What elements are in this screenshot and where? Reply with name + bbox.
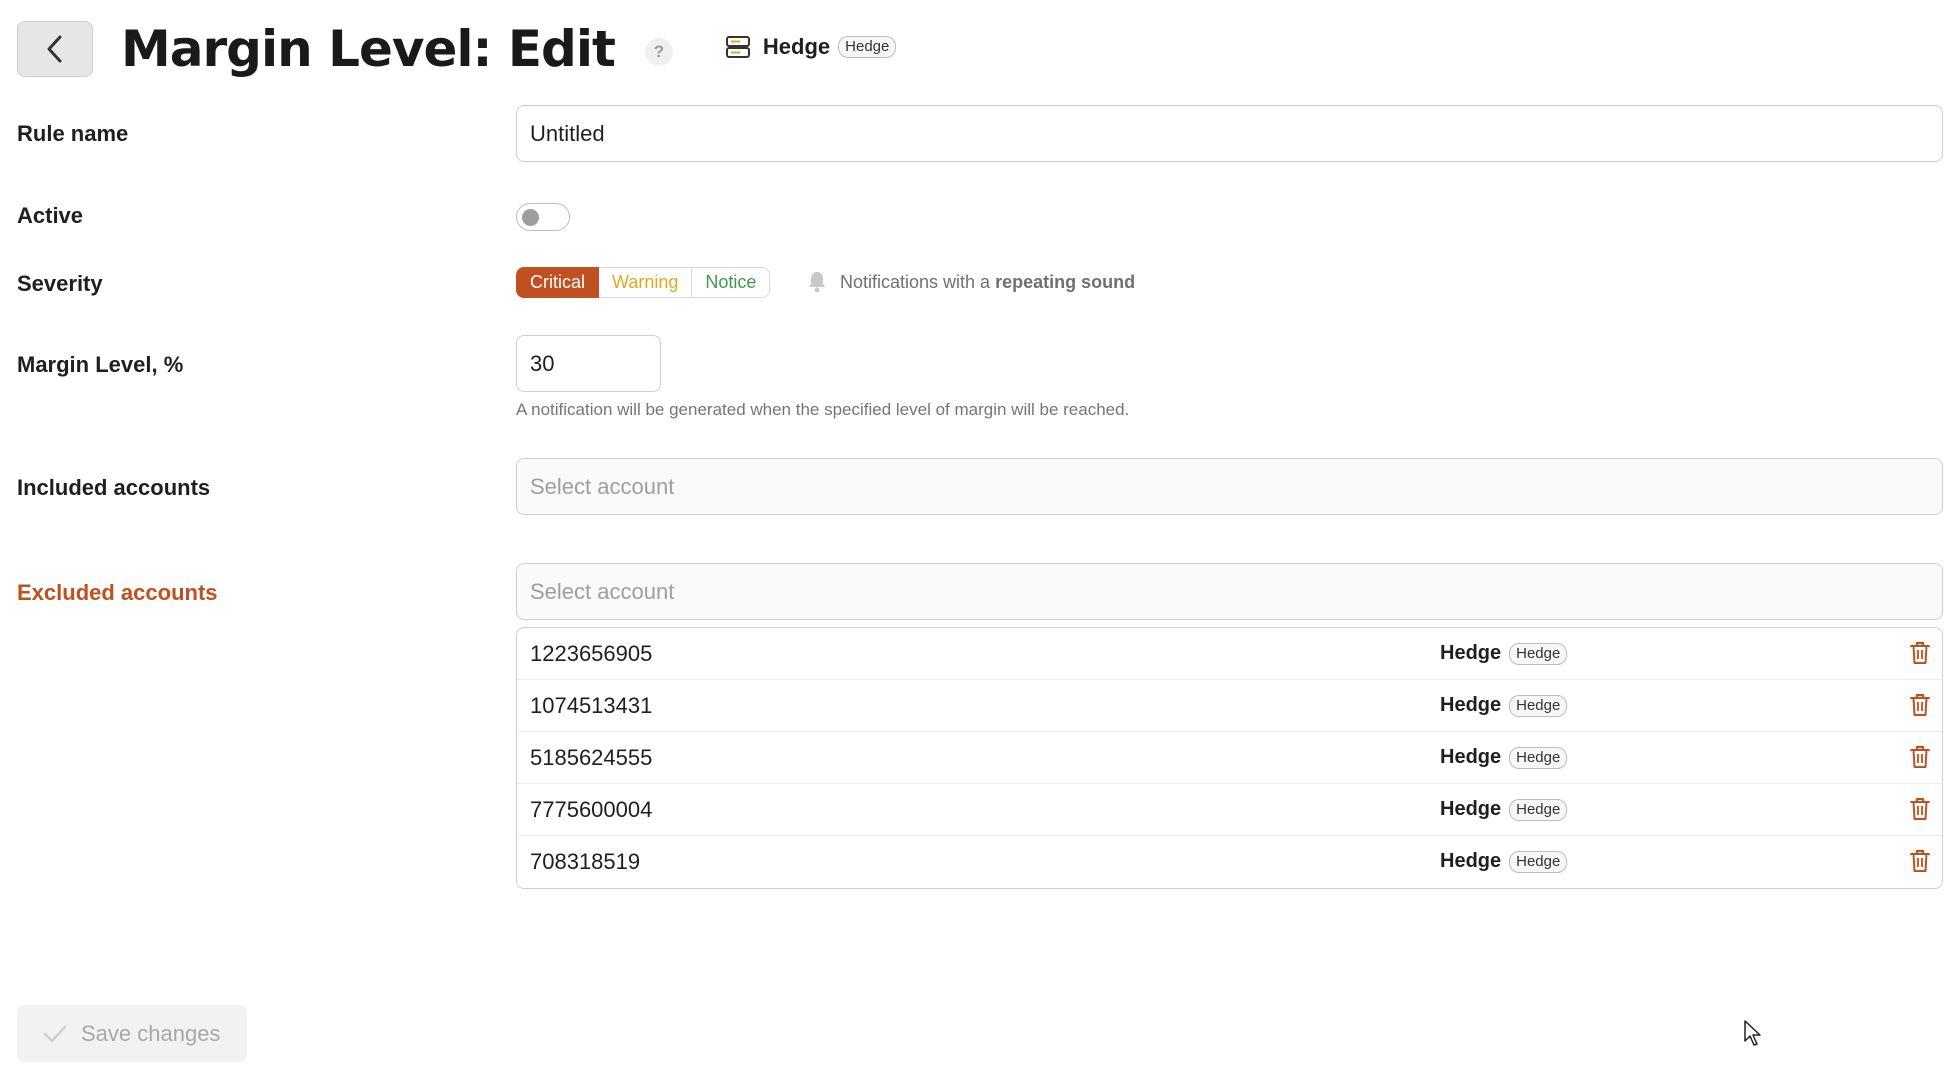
account-number: 7775600004 — [530, 797, 653, 822]
account-server-tag: Hedge — [1509, 746, 1568, 769]
account-number: 1223656905 — [530, 641, 653, 666]
account-server-name: Hedge — [1440, 694, 1502, 716]
account-server-tag: Hedge — [1509, 798, 1568, 821]
account-server-name: Hedge — [1440, 850, 1502, 872]
excluded-accounts-select[interactable] — [516, 563, 1943, 620]
excluded-accounts-label: Excluded accounts — [17, 580, 218, 605]
severity-selector: Critical Warning Notice — [516, 267, 771, 298]
save-button[interactable]: Save changes — [17, 1005, 247, 1062]
server-indicator: Hedge Hedge — [725, 34, 897, 60]
rule-name-input[interactable] — [516, 105, 1943, 162]
severity-label: Severity — [17, 271, 103, 296]
sound-note-text: Notifications with a — [840, 271, 991, 292]
account-server: Hedge Hedge — [1440, 694, 1568, 717]
rule-name-label: Rule name — [17, 121, 129, 146]
excluded-account-row: 1223656905 Hedge Hedge — [517, 628, 1942, 680]
account-server-name: Hedge — [1440, 746, 1502, 768]
server-tag: Hedge — [838, 36, 897, 58]
excluded-accounts-list: 1223656905 Hedge Hedge 1074513431 Hedge Hedge… — [516, 627, 1943, 889]
delete-account-icon[interactable] — [1910, 849, 1930, 873]
toggle-knob — [522, 209, 539, 226]
active-toggle[interactable] — [516, 203, 570, 231]
active-label: Active — [17, 203, 84, 228]
excluded-account-row: 7775600004 Hedge Hedge — [517, 784, 1942, 836]
account-server: Hedge Hedge — [1440, 798, 1568, 821]
account-server-name: Hedge — [1440, 798, 1502, 820]
margin-level-input[interactable] — [516, 335, 661, 392]
excluded-account-row: 1074513431 Hedge Hedge — [517, 680, 1942, 732]
delete-account-icon[interactable] — [1910, 797, 1930, 821]
account-server-tag: Hedge — [1509, 642, 1568, 665]
account-server-name: Hedge — [1440, 642, 1502, 664]
sound-note-bold: repeating sound — [995, 271, 1136, 292]
account-server-tag: Hedge — [1509, 850, 1568, 873]
severity-warning-button[interactable]: Warning — [599, 267, 693, 298]
account-number: 1074513431 — [530, 693, 653, 718]
sound-note: Notifications with a repeating sound — [808, 271, 1135, 293]
severity-notice-button[interactable]: Notice — [692, 267, 771, 298]
help-icon[interactable]: ? — [644, 38, 673, 66]
margin-level-hint: A notification will be generated when th… — [516, 400, 1130, 419]
save-button-label: Save changes — [81, 1020, 221, 1046]
account-server: Hedge Hedge — [1440, 642, 1568, 665]
excluded-account-row: 5185624555 Hedge Hedge — [517, 732, 1942, 784]
account-number: 5185624555 — [530, 745, 653, 770]
excluded-account-row: 708318519 Hedge Hedge — [517, 836, 1942, 888]
check-icon — [43, 1024, 67, 1044]
account-server: Hedge Hedge — [1440, 746, 1568, 769]
chevron-left-icon — [47, 35, 62, 63]
mouse-cursor-icon — [1744, 1020, 1761, 1046]
account-server-tag: Hedge — [1509, 694, 1568, 717]
page-header: Margin Level: Edit ? Hedge Hedge — [17, 20, 897, 78]
delete-account-icon[interactable] — [1910, 641, 1930, 665]
account-server: Hedge Hedge — [1440, 850, 1568, 873]
bell-icon — [808, 271, 826, 293]
included-accounts-select[interactable] — [516, 458, 1943, 515]
included-accounts-label: Included accounts — [17, 475, 211, 500]
severity-critical-button[interactable]: Critical — [516, 267, 600, 298]
delete-account-icon[interactable] — [1910, 745, 1930, 769]
page-title: Margin Level: Edit — [121, 20, 616, 78]
back-button[interactable] — [17, 21, 93, 77]
server-name: Hedge — [762, 34, 831, 59]
server-icon — [725, 36, 750, 58]
margin-level-label: Margin Level, % — [17, 352, 184, 377]
account-number: 708318519 — [530, 849, 641, 874]
delete-account-icon[interactable] — [1910, 693, 1930, 717]
